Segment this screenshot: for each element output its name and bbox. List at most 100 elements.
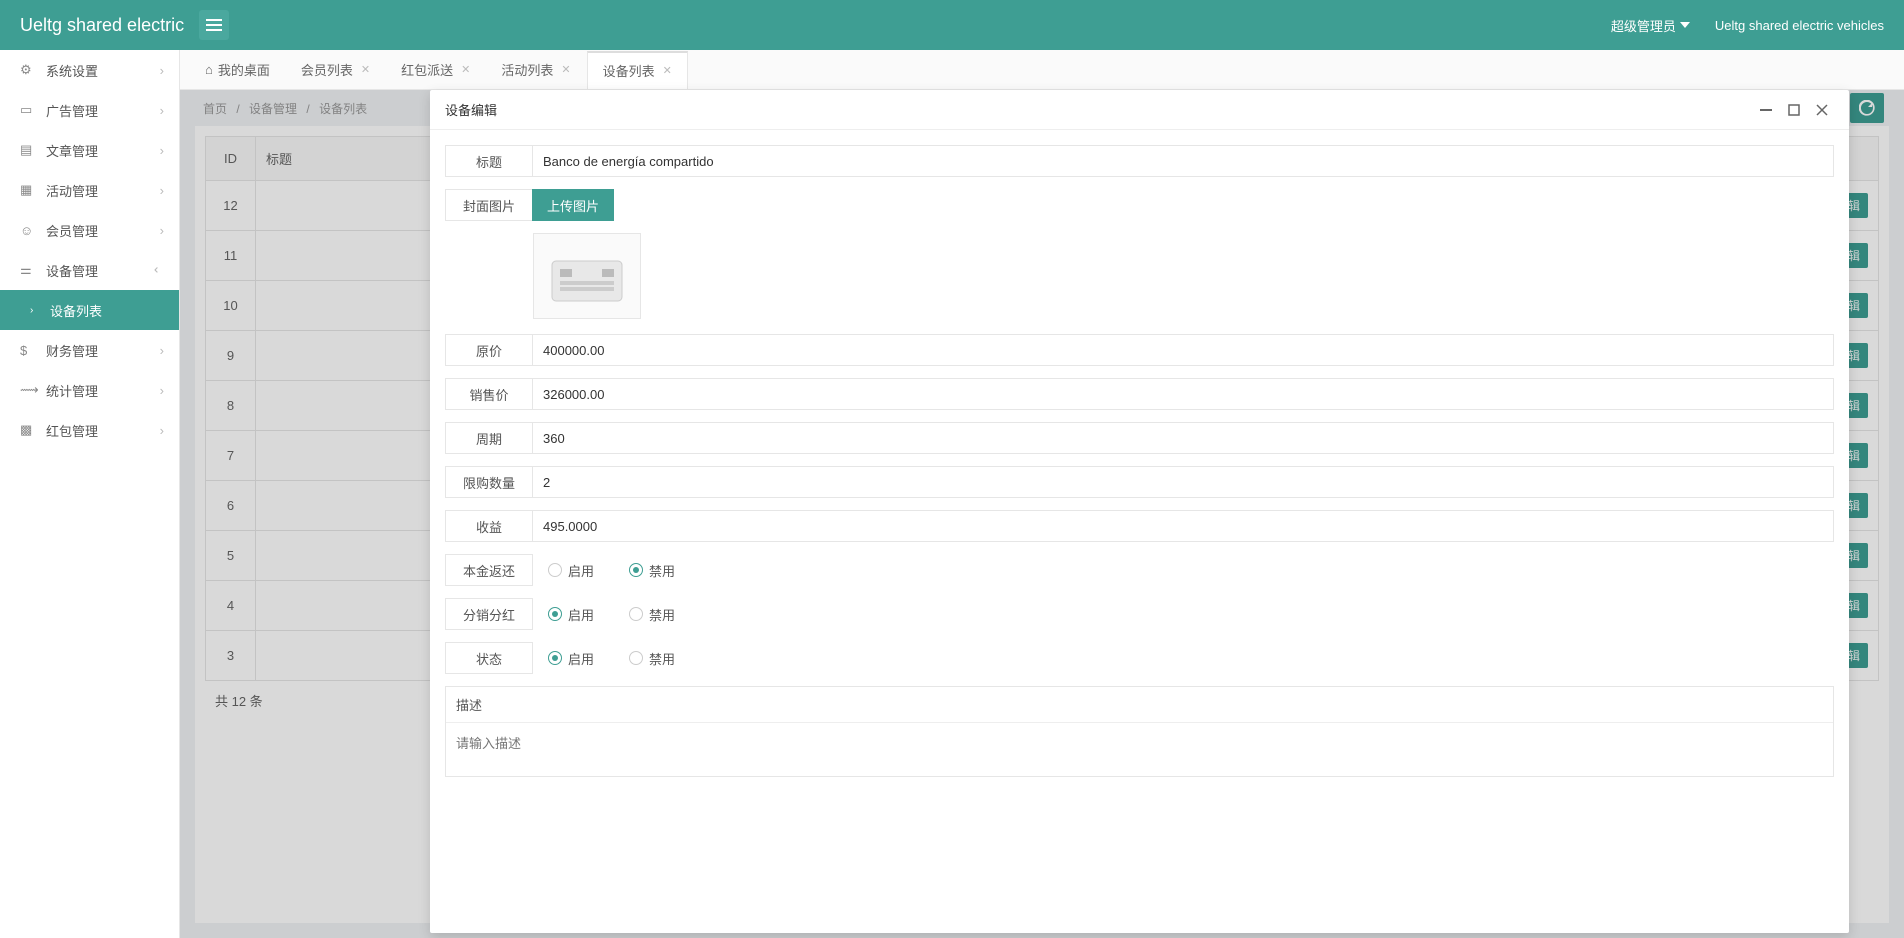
app-header: Ueltg shared electric 超级管理员 Ueltg shared… <box>0 0 1904 50</box>
sidebar-item-system[interactable]: ⚙ 系统设置 › <box>0 50 179 90</box>
cell-id: 10 <box>206 281 256 331</box>
desc-textarea[interactable] <box>446 723 1833 773</box>
sidebar-item-stats[interactable]: ⟿ 统计管理 › <box>0 370 179 410</box>
label: 红包派送 <box>401 60 453 79</box>
sidebar-item-redpacket[interactable]: ▩ 红包管理 › <box>0 410 179 450</box>
tab-activities[interactable]: 活动列表 ✕ <box>486 51 586 89</box>
upload-button[interactable]: 上传图片 <box>532 189 614 221</box>
dividend-label: 分销分红 <box>445 598 533 630</box>
label: 设备列表 <box>603 61 655 80</box>
sale-label: 销售价 <box>445 378 533 410</box>
cell-id: 4 <box>206 581 256 631</box>
label: 统计管理 <box>46 381 98 400</box>
label: 会员列表 <box>301 60 353 79</box>
activity-icon: ⟿ <box>20 382 36 398</box>
sliders-icon: ⚌ <box>20 262 36 278</box>
device-image-icon <box>542 241 632 311</box>
user-role: 超级管理员 <box>1611 16 1676 35</box>
home-icon: ⌂ <box>205 62 213 77</box>
sale-input[interactable] <box>533 378 1834 410</box>
cover-preview[interactable] <box>533 233 641 319</box>
limit-label: 限购数量 <box>445 466 533 498</box>
principal-disable-radio[interactable]: 禁用 <box>629 561 675 580</box>
close-icon[interactable]: ✕ <box>663 64 672 77</box>
document-icon: ▤ <box>20 142 36 158</box>
sidebar-item-finance[interactable]: $ 财务管理 › <box>0 330 179 370</box>
label: 设备管理 <box>46 261 98 280</box>
label: 我的桌面 <box>218 60 270 79</box>
coin-icon: $ <box>20 343 36 358</box>
breadcrumb-device-mgmt[interactable]: 设备管理 <box>249 102 297 116</box>
limit-input[interactable] <box>533 466 1834 498</box>
cell-id: 6 <box>206 481 256 531</box>
site-name: Ueltg shared electric vehicles <box>1715 18 1884 33</box>
close-icon[interactable]: ✕ <box>461 63 470 76</box>
maximize-button[interactable] <box>1782 98 1806 122</box>
breadcrumb-home[interactable]: 首页 <box>203 102 227 116</box>
sidebar-item-members[interactable]: ☺ 会员管理 › <box>0 210 179 250</box>
tab-devices[interactable]: 设备列表 ✕ <box>587 51 688 89</box>
caret-down-icon <box>1680 22 1690 28</box>
chevron-right-icon: › <box>160 223 164 238</box>
sidebar-subitem-device-list[interactable]: › 设备列表 <box>0 290 179 330</box>
cycle-label: 周期 <box>445 422 533 454</box>
label: 系统设置 <box>46 61 98 80</box>
modal-body: 标题 封面图片 上传图片 原价 <box>430 130 1849 933</box>
refresh-button[interactable] <box>1850 93 1884 123</box>
chevron-right-icon: › <box>160 103 164 118</box>
cell-id: 8 <box>206 381 256 431</box>
sidebar-item-activities[interactable]: ▦ 活动管理 › <box>0 170 179 210</box>
principal-enable-radio[interactable]: 启用 <box>548 561 594 580</box>
chevron-right-icon: › <box>160 383 164 398</box>
cell-id: 12 <box>206 181 256 231</box>
profit-input[interactable] <box>533 510 1834 542</box>
title-input[interactable] <box>533 145 1834 177</box>
cell-id: 7 <box>206 431 256 481</box>
tab-bar: ⌂ 我的桌面 会员列表 ✕ 红包派送 ✕ 活动列表 ✕ 设备列表 ✕ <box>180 50 1904 90</box>
close-button[interactable] <box>1810 98 1834 122</box>
sidebar: ⚙ 系统设置 › ▭ 广告管理 › ▤ 文章管理 › ▦ 活动管理 › ☺ 会员… <box>0 50 180 938</box>
status-label: 状态 <box>445 642 533 674</box>
sidebar-item-devices[interactable]: ⚌ 设备管理 ⌄ <box>0 250 179 290</box>
status-disable-radio[interactable]: 禁用 <box>629 649 675 668</box>
breadcrumb-device-list: 设备列表 <box>319 102 367 116</box>
price-label: 原价 <box>445 334 533 366</box>
main-content: ⌂ 我的桌面 会员列表 ✕ 红包派送 ✕ 活动列表 ✕ 设备列表 ✕ <box>180 50 1904 938</box>
sidebar-item-ads[interactable]: ▭ 广告管理 › <box>0 90 179 130</box>
gift-icon: ▩ <box>20 422 36 438</box>
maximize-icon <box>1788 104 1800 116</box>
cell-id: 9 <box>206 331 256 381</box>
calendar-icon: ▦ <box>20 182 36 198</box>
close-icon[interactable]: ✕ <box>361 63 370 76</box>
label: 文章管理 <box>46 141 98 160</box>
profit-label: 收益 <box>445 510 533 542</box>
th-id: ID <box>206 137 256 181</box>
chevron-right-icon: › <box>160 343 164 358</box>
description-block: 描述 <box>445 686 1834 777</box>
cell-id: 5 <box>206 531 256 581</box>
cover-label: 封面图片 <box>445 189 533 221</box>
label: 财务管理 <box>46 341 98 360</box>
principal-label: 本金返还 <box>445 554 533 586</box>
status-enable-radio[interactable]: 启用 <box>548 649 594 668</box>
tab-desktop[interactable]: ⌂ 我的桌面 <box>190 51 286 89</box>
tab-redpacket[interactable]: 红包派送 ✕ <box>386 51 486 89</box>
dividend-disable-radio[interactable]: 禁用 <box>629 605 675 624</box>
label: 设备列表 <box>50 301 102 320</box>
hamburger-icon <box>206 19 222 31</box>
label: 活动列表 <box>501 60 553 79</box>
tab-members[interactable]: 会员列表 ✕ <box>286 51 386 89</box>
minimize-button[interactable] <box>1754 98 1778 122</box>
price-input[interactable] <box>533 334 1834 366</box>
user-menu[interactable]: 超级管理员 <box>1611 16 1690 35</box>
device-edit-modal: 设备编辑 标题 封面图片 上传图片 <box>430 90 1849 933</box>
dividend-enable-radio[interactable]: 启用 <box>548 605 594 624</box>
title-label: 标题 <box>445 145 533 177</box>
menu-toggle-button[interactable] <box>199 10 229 40</box>
cycle-input[interactable] <box>533 422 1834 454</box>
sidebar-item-articles[interactable]: ▤ 文章管理 › <box>0 130 179 170</box>
label: 活动管理 <box>46 181 98 200</box>
minimize-icon <box>1760 109 1772 111</box>
gear-icon: ⚙ <box>20 62 36 78</box>
close-icon[interactable]: ✕ <box>561 63 570 76</box>
